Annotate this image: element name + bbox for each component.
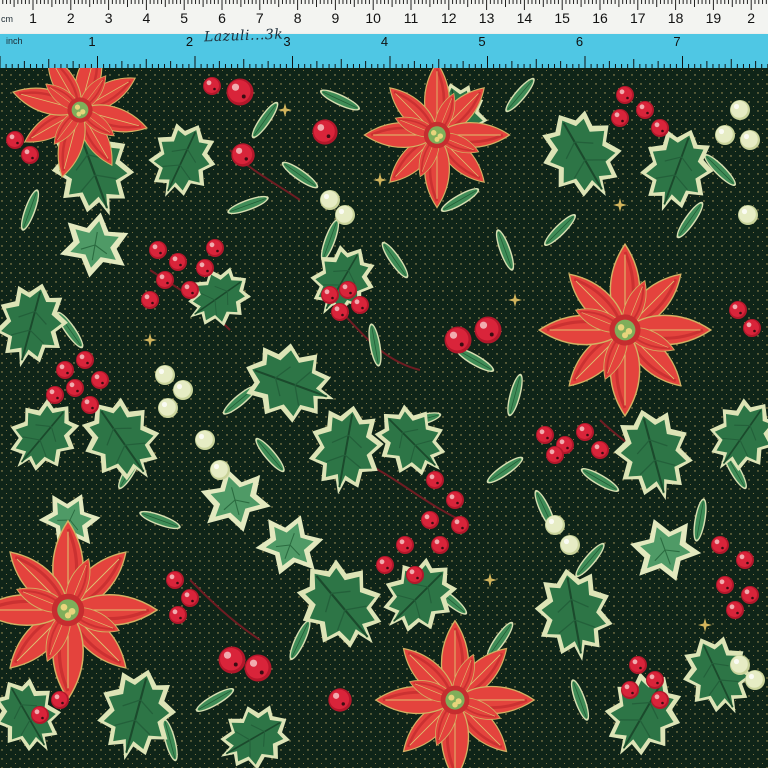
cm-number: 11: [403, 10, 419, 26]
cm-number: 17: [630, 10, 646, 26]
cm-number: 16: [592, 10, 608, 26]
inch-number: 2: [185, 34, 194, 49]
cm-number: 15: [554, 10, 570, 26]
cm-number: 19: [705, 10, 722, 26]
inch-number: 5: [478, 34, 486, 49]
inch-unit-label: inch: [6, 36, 23, 46]
inch-number: 3: [283, 34, 291, 49]
inch-number: 1: [88, 34, 96, 49]
cm-number: 13: [478, 10, 495, 26]
measuring-ruler: cm inch 1 2 3 4 5 6 7 8 9 10 11 12 13 14 15 16 17 18 19 2 1…: [0, 0, 768, 68]
cm-unit-label: cm: [1, 14, 13, 24]
cm-number: 5: [180, 10, 189, 26]
cm-number: 4: [142, 10, 151, 26]
photo: cm inch 1 2 3 4 5 6 7 8 9 10 11 12 13 14 15 16 17 18 19 2 1…: [0, 0, 768, 768]
handwritten-note: Lazuli...3k: [203, 26, 284, 46]
cm-number: 2: [66, 10, 75, 26]
inch-number: 4: [380, 34, 389, 49]
cm-number: 6: [218, 10, 226, 26]
cm-number: 2: [747, 10, 756, 26]
cm-number: 7: [255, 10, 264, 26]
inch-number: 7: [673, 34, 681, 49]
cm-number: 1: [29, 10, 37, 26]
inch-number: 6: [575, 34, 584, 49]
fabric-print: [0, 0, 768, 768]
cm-number: 18: [667, 10, 684, 26]
cm-number: 14: [516, 10, 533, 26]
cm-number: 10: [365, 10, 381, 26]
cm-number: 12: [441, 10, 457, 26]
cm-number: 9: [331, 10, 340, 26]
cm-number: 3: [104, 10, 113, 26]
cm-number: 8: [293, 10, 302, 26]
